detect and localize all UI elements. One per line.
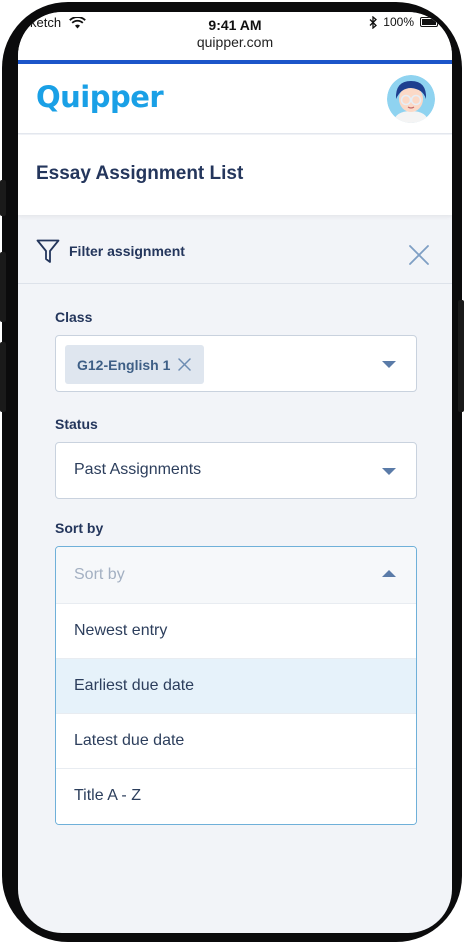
user-avatar[interactable] [387, 75, 435, 123]
filter-title: Filter assignment [69, 243, 185, 259]
filter-bar: Filter assignment [18, 222, 452, 284]
battery-icon [420, 17, 438, 27]
power-button [458, 300, 464, 412]
close-icon[interactable] [408, 244, 430, 266]
url-label[interactable]: quipper.com [18, 34, 452, 50]
battery-percent: 100% [383, 15, 414, 29]
avatar-image [387, 75, 435, 123]
sort-option-newest[interactable]: Newest entry [56, 603, 416, 659]
phone-frame: ketch 9:41 AM quipper.com 100% Quipper E… [0, 2, 464, 942]
class-select[interactable]: G12-English 1 [55, 335, 417, 392]
chevron-down-icon[interactable] [382, 468, 396, 475]
filter-icon[interactable] [36, 239, 60, 264]
class-chip-label: G12-English 1 [77, 356, 171, 373]
sort-option-latest-due[interactable]: Latest due date [56, 713, 416, 769]
chevron-up-icon[interactable] [382, 570, 396, 577]
status-right: 100% [369, 15, 438, 29]
status-select[interactable]: Past Assignments [55, 442, 417, 499]
class-label: Class [55, 309, 93, 325]
sort-dropdown[interactable]: Sort by Newest entry Earliest due date L… [55, 546, 417, 825]
sort-option-title-az[interactable]: Title A - Z [56, 768, 416, 824]
sort-placeholder: Sort by [74, 566, 125, 583]
volume-down-button [0, 342, 6, 412]
remove-chip-icon[interactable] [178, 358, 191, 371]
title-bar: Essay Assignment List [18, 135, 452, 215]
mute-switch [0, 180, 6, 216]
quipper-logo[interactable]: Quipper [36, 80, 164, 114]
sort-label: Sort by [55, 520, 104, 536]
volume-up-button [0, 252, 6, 322]
sort-select-head[interactable]: Sort by [56, 547, 416, 603]
bluetooth-icon [369, 15, 378, 29]
sort-option-earliest-due[interactable]: Earliest due date [56, 658, 416, 714]
status-bar: ketch 9:41 AM quipper.com 100% [18, 12, 452, 62]
app-header: Quipper [18, 64, 452, 134]
page-title: Essay Assignment List [36, 163, 244, 184]
status-value: Past Assignments [74, 461, 202, 478]
chevron-down-icon[interactable] [382, 361, 396, 368]
class-chip: G12-English 1 [65, 345, 204, 384]
status-label: Status [55, 416, 98, 432]
screen: ketch 9:41 AM quipper.com 100% Quipper E… [18, 12, 452, 933]
